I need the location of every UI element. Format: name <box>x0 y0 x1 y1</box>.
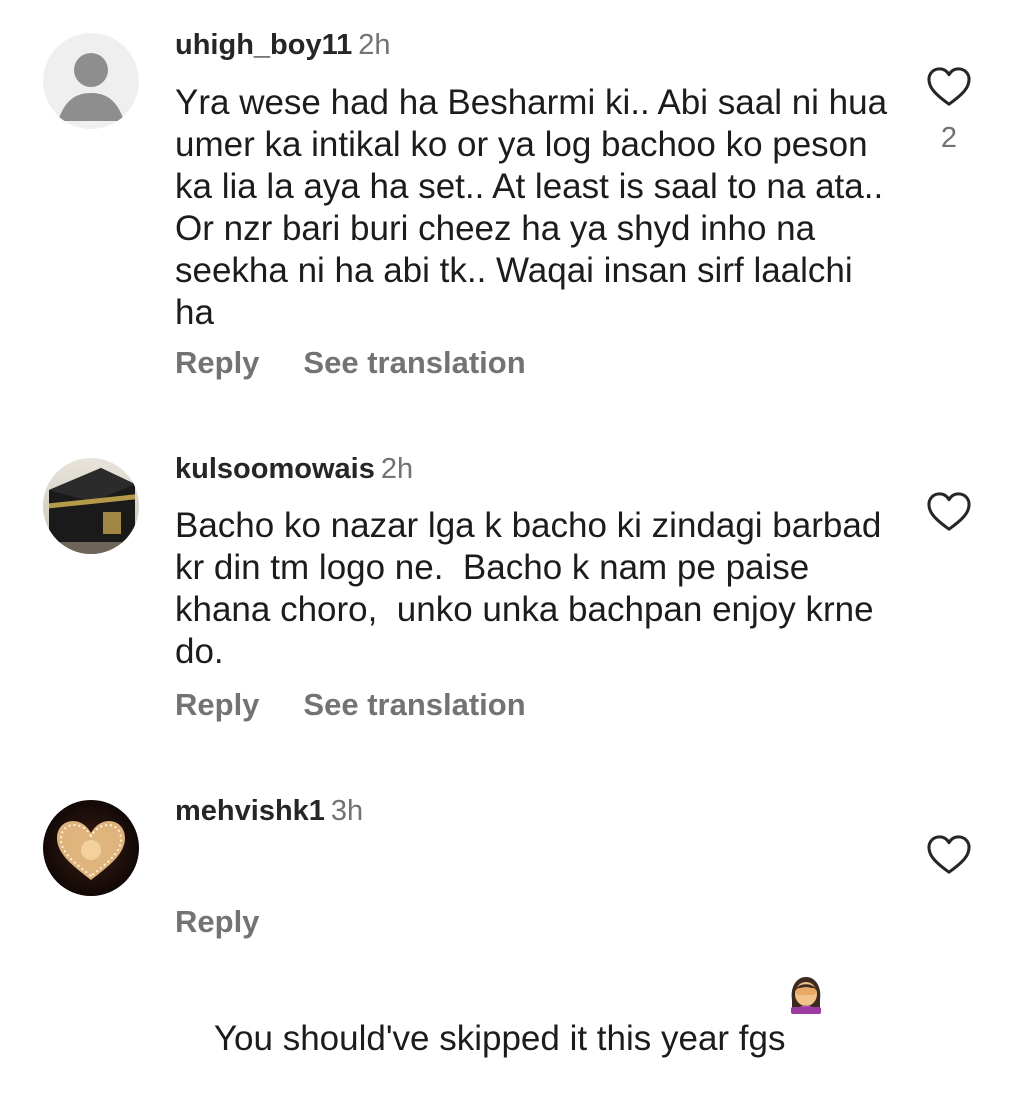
heart-icon[interactable] <box>926 66 972 108</box>
comment-meta: kulsoomowais 2h <box>175 452 413 486</box>
like-area <box>926 834 972 876</box>
avatar[interactable] <box>43 33 139 129</box>
heart-lights-photo <box>43 800 139 896</box>
heart-icon[interactable] <box>926 834 972 876</box>
username[interactable]: kulsoomowais <box>175 453 375 485</box>
like-area: 2 <box>926 66 972 155</box>
reply-button[interactable]: Reply <box>175 904 259 939</box>
comment-text: Yra wese had ha Besharmi ki.. Abi saal n… <box>175 83 897 332</box>
comment-text: Bacho ko nazar lga k bacho ki zindagi ba… <box>175 506 892 671</box>
woman-facepalming-emoji <box>787 890 825 1014</box>
comment-text: You should've skipped it this year fgs <box>175 848 895 1102</box>
comment-meta: mehvishk1 3h <box>175 794 363 828</box>
default-person-icon <box>43 33 139 129</box>
see-translation-button[interactable]: See translation <box>303 687 525 722</box>
username[interactable]: uhigh_boy11 <box>175 29 352 61</box>
timestamp: 3h <box>330 795 364 827</box>
like-count: 2 <box>940 122 958 154</box>
facepalm-emoji-icon <box>791 977 822 1014</box>
comment-text-content: You should've skipped it this year fgs <box>213 1019 786 1058</box>
comment-meta: uhigh_boy11 2h <box>175 28 391 62</box>
reply-button[interactable]: Reply <box>175 687 259 722</box>
comment-actions: Reply See translation <box>175 686 526 724</box>
comment-actions: Reply See translation <box>175 344 526 382</box>
reply-button[interactable]: Reply <box>175 345 259 380</box>
kaaba-photo <box>43 458 139 554</box>
timestamp: 2h <box>380 453 414 485</box>
like-area <box>926 491 972 533</box>
avatar[interactable] <box>43 458 139 554</box>
heart-icon[interactable] <box>926 491 972 533</box>
comment-actions: Reply <box>175 903 259 941</box>
username[interactable]: mehvishk1 <box>175 795 325 827</box>
avatar[interactable] <box>43 800 139 896</box>
see-translation-button[interactable]: See translation <box>303 345 525 380</box>
timestamp: 2h <box>358 29 391 61</box>
